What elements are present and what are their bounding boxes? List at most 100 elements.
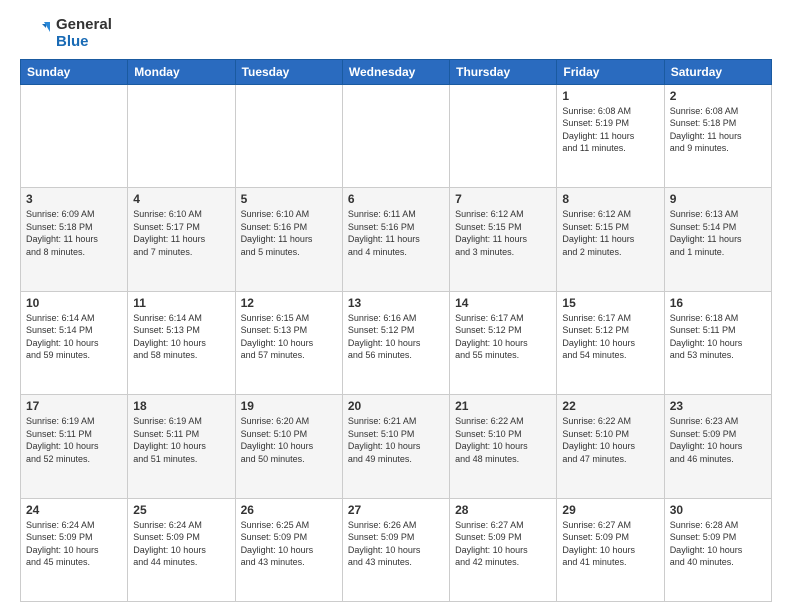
day-number: 21 — [455, 399, 551, 413]
day-info: Sunrise: 6:10 AM Sunset: 5:17 PM Dayligh… — [133, 208, 229, 258]
day-number: 1 — [562, 89, 658, 103]
day-info: Sunrise: 6:15 AM Sunset: 5:13 PM Dayligh… — [241, 312, 337, 362]
weekday-header-sunday: Sunday — [21, 59, 128, 84]
day-cell-28: 28Sunrise: 6:27 AM Sunset: 5:09 PM Dayli… — [450, 498, 557, 602]
empty-cell — [342, 84, 449, 188]
day-cell-3: 3Sunrise: 6:09 AM Sunset: 5:18 PM Daylig… — [21, 188, 128, 292]
day-info: Sunrise: 6:26 AM Sunset: 5:09 PM Dayligh… — [348, 519, 444, 569]
day-info: Sunrise: 6:24 AM Sunset: 5:09 PM Dayligh… — [133, 519, 229, 569]
day-info: Sunrise: 6:16 AM Sunset: 5:12 PM Dayligh… — [348, 312, 444, 362]
day-info: Sunrise: 6:18 AM Sunset: 5:11 PM Dayligh… — [670, 312, 766, 362]
empty-cell — [450, 84, 557, 188]
weekday-header-friday: Friday — [557, 59, 664, 84]
day-info: Sunrise: 6:19 AM Sunset: 5:11 PM Dayligh… — [133, 415, 229, 465]
day-cell-11: 11 Sunrise: 6:14 AM Sunset: 5:13 PM Dayli… — [128, 291, 235, 395]
week-row-2: 3Sunrise: 6:09 AM Sunset: 5:18 PM Daylig… — [21, 188, 772, 292]
day-cell-19: 19Sunrise: 6:20 AM Sunset: 5:10 PM Dayli… — [235, 395, 342, 499]
day-cell-13: 13 Sunrise: 6:16 AM Sunset: 5:12 PM Dayli… — [342, 291, 449, 395]
day-cell-12: 12Sunrise: 6:15 AM Sunset: 5:13 PM Dayli… — [235, 291, 342, 395]
day-info: Sunrise: 6:12 AM Sunset: 5:15 PM Dayligh… — [562, 208, 658, 258]
day-number: 26 — [241, 503, 337, 517]
day-info: Sunrise: 6:20 AM Sunset: 5:10 PM Dayligh… — [241, 415, 337, 465]
day-info: Sunrise: 6:17 AM Sunset: 5:12 PM Dayligh… — [562, 312, 658, 362]
day-number: 2 — [670, 89, 766, 103]
day-cell-24: 24 Sunrise: 6:24 AM Sunset: 5:09 PM Dayli… — [21, 498, 128, 602]
day-cell-2: 2 Sunrise: 6:08 AM Sunset: 5:18 PM Daylig… — [664, 84, 771, 188]
week-row-4: 17 Sunrise: 6:19 AM Sunset: 5:11 PM Dayli… — [21, 395, 772, 499]
empty-cell — [21, 84, 128, 188]
day-info: Sunrise: 6:28 AM Sunset: 5:09 PM Dayligh… — [670, 519, 766, 569]
day-info: Sunrise: 6:22 AM Sunset: 5:10 PM Dayligh… — [455, 415, 551, 465]
header-area: General Blue — [20, 16, 772, 51]
day-info: Sunrise: 6:22 AM Sunset: 5:10 PM Dayligh… — [562, 415, 658, 465]
weekday-header-thursday: Thursday — [450, 59, 557, 84]
calendar-table: SundayMondayTuesdayWednesdayThursdayFrid… — [20, 59, 772, 603]
weekday-header-monday: Monday — [128, 59, 235, 84]
logo-blue-text: Blue — [56, 33, 112, 50]
day-number: 14 — [455, 296, 551, 310]
day-number: 15 — [562, 296, 658, 310]
day-info: Sunrise: 6:17 AM Sunset: 5:12 PM Dayligh… — [455, 312, 551, 362]
day-number: 18 — [133, 399, 229, 413]
day-info: Sunrise: 6:24 AM Sunset: 5:09 PM Dayligh… — [26, 519, 122, 569]
day-number: 8 — [562, 192, 658, 206]
calendar-page: General Blue SundayMondayTuesdayWednesda… — [0, 0, 792, 612]
week-row-3: 10 Sunrise: 6:14 AM Sunset: 5:14 PM Dayli… — [21, 291, 772, 395]
day-cell-18: 18 Sunrise: 6:19 AM Sunset: 5:11 PM Dayli… — [128, 395, 235, 499]
week-row-5: 24 Sunrise: 6:24 AM Sunset: 5:09 PM Dayli… — [21, 498, 772, 602]
logo: General Blue — [20, 16, 112, 51]
day-number: 9 — [670, 192, 766, 206]
day-info: Sunrise: 6:27 AM Sunset: 5:09 PM Dayligh… — [455, 519, 551, 569]
weekday-header-row: SundayMondayTuesdayWednesdayThursdayFrid… — [21, 59, 772, 84]
day-cell-1: 1 Sunrise: 6:08 AM Sunset: 5:19 PM Daylig… — [557, 84, 664, 188]
day-number: 24 — [26, 503, 122, 517]
day-number: 23 — [670, 399, 766, 413]
day-info: Sunrise: 6:27 AM Sunset: 5:09 PM Dayligh… — [562, 519, 658, 569]
day-cell-20: 20Sunrise: 6:21 AM Sunset: 5:10 PM Dayli… — [342, 395, 449, 499]
empty-cell — [235, 84, 342, 188]
day-info: Sunrise: 6:14 AM Sunset: 5:14 PM Dayligh… — [26, 312, 122, 362]
day-number: 11 — [133, 296, 229, 310]
day-number: 7 — [455, 192, 551, 206]
day-info: Sunrise: 6:08 AM Sunset: 5:18 PM Dayligh… — [670, 105, 766, 155]
day-info: Sunrise: 6:10 AM Sunset: 5:16 PM Dayligh… — [241, 208, 337, 258]
day-info: Sunrise: 6:14 AM Sunset: 5:13 PM Dayligh… — [133, 312, 229, 362]
day-number: 4 — [133, 192, 229, 206]
day-info: Sunrise: 6:19 AM Sunset: 5:11 PM Dayligh… — [26, 415, 122, 465]
day-cell-16: 16 Sunrise: 6:18 AM Sunset: 5:11 PM Dayli… — [664, 291, 771, 395]
day-number: 16 — [670, 296, 766, 310]
day-cell-14: 14 Sunrise: 6:17 AM Sunset: 5:12 PM Dayli… — [450, 291, 557, 395]
day-number: 25 — [133, 503, 229, 517]
day-cell-25: 25 Sunrise: 6:24 AM Sunset: 5:09 PM Dayli… — [128, 498, 235, 602]
day-info: Sunrise: 6:11 AM Sunset: 5:16 PM Dayligh… — [348, 208, 444, 258]
day-cell-7: 7Sunrise: 6:12 AM Sunset: 5:15 PM Daylig… — [450, 188, 557, 292]
day-cell-4: 4 Sunrise: 6:10 AM Sunset: 5:17 PM Daylig… — [128, 188, 235, 292]
day-number: 22 — [562, 399, 658, 413]
day-cell-17: 17 Sunrise: 6:19 AM Sunset: 5:11 PM Dayli… — [21, 395, 128, 499]
day-cell-23: 23 Sunrise: 6:23 AM Sunset: 5:09 PM Dayli… — [664, 395, 771, 499]
day-number: 5 — [241, 192, 337, 206]
day-number: 17 — [26, 399, 122, 413]
day-cell-29: 29Sunrise: 6:27 AM Sunset: 5:09 PM Dayli… — [557, 498, 664, 602]
day-number: 30 — [670, 503, 766, 517]
day-number: 3 — [26, 192, 122, 206]
day-number: 6 — [348, 192, 444, 206]
weekday-header-wednesday: Wednesday — [342, 59, 449, 84]
day-info: Sunrise: 6:25 AM Sunset: 5:09 PM Dayligh… — [241, 519, 337, 569]
weekday-header-saturday: Saturday — [664, 59, 771, 84]
day-cell-10: 10 Sunrise: 6:14 AM Sunset: 5:14 PM Dayli… — [21, 291, 128, 395]
logo-area: General Blue — [20, 16, 112, 51]
logo-icon — [20, 18, 50, 48]
day-cell-5: 5 Sunrise: 6:10 AM Sunset: 5:16 PM Daylig… — [235, 188, 342, 292]
day-number: 13 — [348, 296, 444, 310]
day-info: Sunrise: 6:08 AM Sunset: 5:19 PM Dayligh… — [562, 105, 658, 155]
day-cell-30: 30 Sunrise: 6:28 AM Sunset: 5:09 PM Dayli… — [664, 498, 771, 602]
day-number: 20 — [348, 399, 444, 413]
day-info: Sunrise: 6:13 AM Sunset: 5:14 PM Dayligh… — [670, 208, 766, 258]
day-number: 10 — [26, 296, 122, 310]
day-cell-6: 6 Sunrise: 6:11 AM Sunset: 5:16 PM Daylig… — [342, 188, 449, 292]
day-cell-26: 26 Sunrise: 6:25 AM Sunset: 5:09 PM Dayli… — [235, 498, 342, 602]
day-info: Sunrise: 6:23 AM Sunset: 5:09 PM Dayligh… — [670, 415, 766, 465]
day-cell-27: 27Sunrise: 6:26 AM Sunset: 5:09 PM Dayli… — [342, 498, 449, 602]
day-cell-8: 8 Sunrise: 6:12 AM Sunset: 5:15 PM Daylig… — [557, 188, 664, 292]
